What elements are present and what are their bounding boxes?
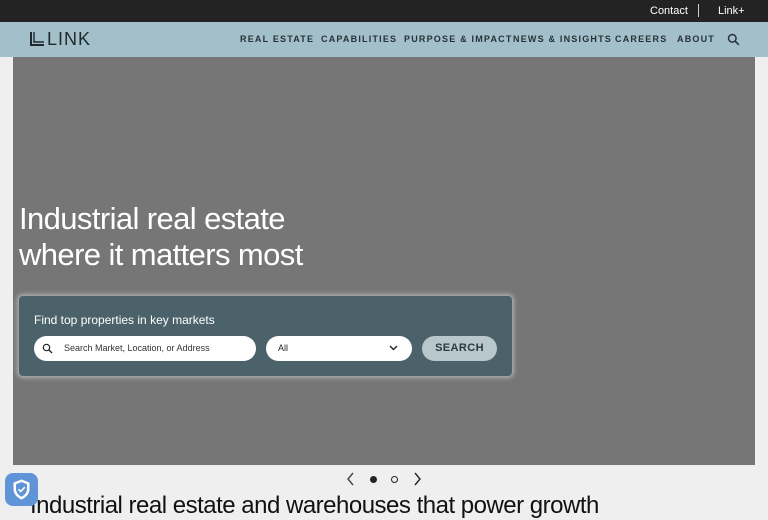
search-icon <box>42 343 53 354</box>
carousel-controls <box>0 470 768 488</box>
utility-divider <box>698 4 699 17</box>
carousel-dot-1[interactable] <box>370 476 377 483</box>
nav-item-capabilities[interactable]: CAPABILITIES <box>321 34 397 44</box>
hero-headline-line1: Industrial real estate <box>19 201 286 236</box>
property-search-panel: Find top properties in key markets Searc… <box>19 296 512 376</box>
chevron-right-icon[interactable] <box>411 472 423 486</box>
property-search-input[interactable]: Search Market, Location, or Address <box>34 336 256 361</box>
hero-headline-line2: where it matters most <box>19 237 303 272</box>
search-panel-title: Find top properties in key markets <box>34 313 215 327</box>
link-plus-link[interactable]: Link+ <box>718 5 745 17</box>
logo-text: LINK <box>47 28 92 49</box>
chevron-left-icon[interactable] <box>345 472 357 486</box>
contact-link[interactable]: Contact <box>650 5 688 17</box>
property-type-select[interactable]: All <box>266 336 412 361</box>
section-title: Industrial real estate and warehouses th… <box>30 492 599 519</box>
shield-check-icon <box>13 479 30 500</box>
nav-item-about[interactable]: ABOUT <box>677 34 715 44</box>
select-value: All <box>278 343 289 353</box>
nav-item-purpose-impact[interactable]: PURPOSE & IMPACT <box>404 34 513 44</box>
nav-item-news-insights[interactable]: NEWS & INSIGHTS <box>513 34 612 44</box>
logo-mark-icon <box>30 32 44 46</box>
nav-item-careers[interactable]: CAREERS <box>615 34 667 44</box>
carousel-dot-2[interactable] <box>391 476 398 483</box>
privacy-badge[interactable] <box>5 473 38 506</box>
utility-bar: Contact Link+ <box>0 0 768 22</box>
search-button[interactable]: SEARCH <box>422 336 497 361</box>
logo[interactable]: LINK <box>29 29 91 49</box>
hero-headline: Industrial real estate where it matters … <box>19 201 379 273</box>
chevron-down-icon <box>389 345 398 351</box>
main-nav: LINK REAL ESTATE CAPABILITIES PURPOSE & … <box>0 22 768 57</box>
search-placeholder: Search Market, Location, or Address <box>64 343 210 353</box>
nav-item-real-estate[interactable]: REAL ESTATE <box>240 34 314 44</box>
search-icon[interactable] <box>727 33 740 46</box>
